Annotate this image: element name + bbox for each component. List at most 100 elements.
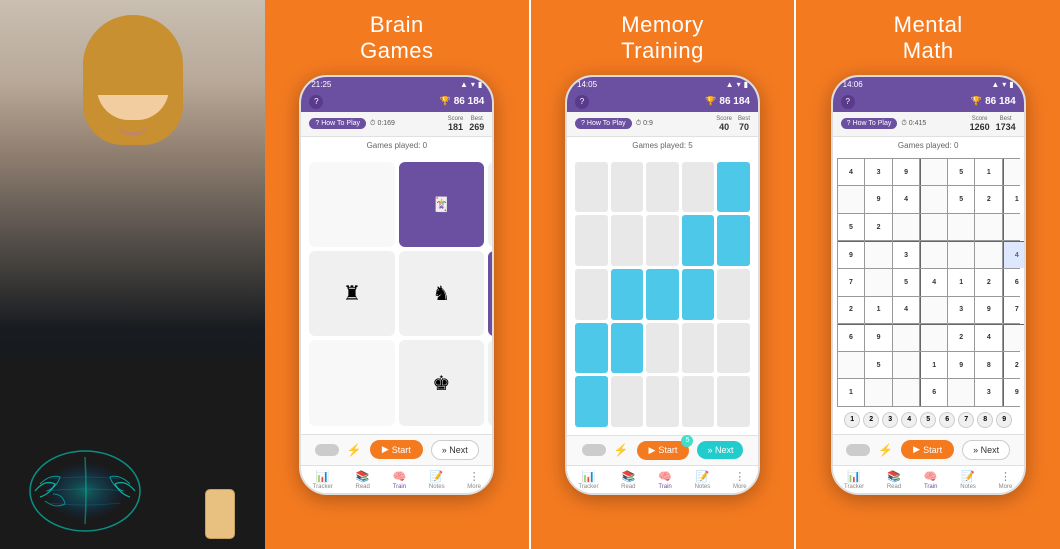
num-btn-9[interactable]: 9 xyxy=(996,412,1012,428)
sudoku-cell-0-1[interactable]: 3 xyxy=(865,159,892,186)
sudoku-cell-5-2[interactable]: 4 xyxy=(893,297,920,324)
howto-button1[interactable]: ? How To Play xyxy=(309,118,366,129)
nav-notes3[interactable]: 📝 Notes xyxy=(960,470,976,490)
sudoku-cell-7-0[interactable] xyxy=(838,352,865,379)
num-btn-3[interactable]: 3 xyxy=(882,412,898,428)
sudoku-cell-1-2[interactable]: 4 xyxy=(893,186,920,213)
nav-tracker3[interactable]: 📊 Tracker xyxy=(844,470,864,490)
memory-cell-0-2[interactable] xyxy=(646,162,679,213)
sudoku-cell-1-0[interactable] xyxy=(838,186,865,213)
start-button1[interactable]: ▶ Start xyxy=(370,440,423,459)
num-btn-5[interactable]: 5 xyxy=(920,412,936,428)
chess-cell-6[interactable]: ♞ xyxy=(399,251,484,336)
sudoku-cell-7-4[interactable]: 9 xyxy=(948,352,975,379)
memory-cell-2-3[interactable] xyxy=(682,269,715,320)
chess-cell-10[interactable]: ♚ xyxy=(399,340,484,425)
sudoku-cell-8-6[interactable]: 9 xyxy=(1003,379,1024,406)
memory-cell-1-4[interactable] xyxy=(717,215,750,266)
sudoku-cell-8-1[interactable] xyxy=(865,379,892,406)
nav-more3[interactable]: ⋮ More xyxy=(999,470,1013,490)
sudoku-cell-1-3[interactable] xyxy=(920,186,947,213)
chess-cell-11[interactable]: ♝ xyxy=(488,340,492,425)
nav-tracker2[interactable]: 📊 Tracker xyxy=(578,470,598,490)
toggle-switch2[interactable] xyxy=(582,444,606,456)
next-button2[interactable]: » Next xyxy=(697,441,743,459)
sudoku-cell-3-2[interactable]: 3 xyxy=(893,241,920,268)
memory-cell-2-1[interactable] xyxy=(611,269,644,320)
start-button3[interactable]: ▶ Start xyxy=(901,440,954,459)
sudoku-cell-3-4[interactable] xyxy=(948,241,975,268)
sudoku-cell-4-1[interactable] xyxy=(865,269,892,296)
sudoku-cell-3-0[interactable]: 9 xyxy=(838,241,865,268)
memory-cell-2-0[interactable] xyxy=(575,269,608,320)
sudoku-cell-0-5[interactable]: 1 xyxy=(975,159,1002,186)
memory-cell-1-1[interactable] xyxy=(611,215,644,266)
nav-tracker1[interactable]: 📊 Tracker xyxy=(313,470,333,490)
memory-cell-4-1[interactable] xyxy=(611,376,644,427)
sudoku-cell-5-3[interactable] xyxy=(920,297,947,324)
nav-train3[interactable]: 🧠 Train xyxy=(924,470,938,490)
sudoku-cell-5-6[interactable]: 7 xyxy=(1003,297,1024,324)
sudoku-cell-2-1[interactable]: 2 xyxy=(865,214,892,241)
nav-read2[interactable]: 📚 Read xyxy=(621,470,635,490)
memory-cell-3-2[interactable] xyxy=(646,323,679,374)
sudoku-cell-4-3[interactable]: 4 xyxy=(920,269,947,296)
chess-cell-3[interactable]: ♚ xyxy=(488,162,492,247)
num-btn-7[interactable]: 7 xyxy=(958,412,974,428)
memory-cell-4-3[interactable] xyxy=(682,376,715,427)
sudoku-cell-6-1[interactable]: 9 xyxy=(865,324,892,351)
sudoku-cell-2-3[interactable] xyxy=(920,214,947,241)
memory-cell-2-4[interactable] xyxy=(717,269,750,320)
chess-cell-2[interactable]: 🃏 xyxy=(399,162,484,247)
sudoku-cell-5-0[interactable]: 2 xyxy=(838,297,865,324)
start-button2[interactable]: ▶ Start 5 xyxy=(637,441,690,460)
nav-train1[interactable]: 🧠 Train xyxy=(393,470,407,490)
memory-cell-1-3[interactable] xyxy=(682,215,715,266)
num-btn-4[interactable]: 4 xyxy=(901,412,917,428)
sudoku-cell-7-3[interactable]: 1 xyxy=(920,352,947,379)
howto-button2[interactable]: ? How To Play xyxy=(575,118,632,129)
sudoku-cell-2-2[interactable] xyxy=(893,214,920,241)
sudoku-cell-1-1[interactable]: 9 xyxy=(865,186,892,213)
num-btn-1[interactable]: 1 xyxy=(844,412,860,428)
nav-train2[interactable]: 🧠 Train xyxy=(658,470,672,490)
num-btn-2[interactable]: 2 xyxy=(863,412,879,428)
memory-cell-1-2[interactable] xyxy=(646,215,679,266)
toggle-switch3[interactable] xyxy=(846,444,870,456)
memory-cell-0-3[interactable] xyxy=(682,162,715,213)
sudoku-cell-5-5[interactable]: 9 xyxy=(975,297,1002,324)
memory-cell-1-0[interactable] xyxy=(575,215,608,266)
chess-cell-5[interactable]: ♜ xyxy=(309,251,394,336)
sudoku-cell-6-4[interactable]: 2 xyxy=(948,324,975,351)
nav-read1[interactable]: 📚 Read xyxy=(355,470,369,490)
num-btn-8[interactable]: 8 xyxy=(977,412,993,428)
sudoku-cell-0-3[interactable] xyxy=(920,159,947,186)
nav-more1[interactable]: ⋮ More xyxy=(467,470,481,490)
memory-cell-4-0[interactable] xyxy=(575,376,608,427)
memory-cell-0-0[interactable] xyxy=(575,162,608,213)
sudoku-cell-8-0[interactable]: 1 xyxy=(838,379,865,406)
sudoku-cell-0-6[interactable] xyxy=(1003,159,1024,186)
sudoku-cell-5-1[interactable]: 1 xyxy=(865,297,892,324)
chess-cell-7[interactable]: 🃏 xyxy=(488,251,492,336)
sudoku-cell-5-4[interactable]: 3 xyxy=(948,297,975,324)
sudoku-cell-4-2[interactable]: 5 xyxy=(893,269,920,296)
sudoku-cell-6-3[interactable] xyxy=(920,324,947,351)
howto-button3[interactable]: ? How To Play xyxy=(841,118,898,129)
memory-cell-3-0[interactable] xyxy=(575,323,608,374)
sudoku-cell-3-1[interactable] xyxy=(865,241,892,268)
sudoku-cell-4-6[interactable]: 6 xyxy=(1003,269,1024,296)
sudoku-cell-4-0[interactable]: 7 xyxy=(838,269,865,296)
memory-cell-0-4[interactable] xyxy=(717,162,750,213)
sudoku-cell-2-5[interactable] xyxy=(975,214,1002,241)
sudoku-cell-8-3[interactable]: 6 xyxy=(920,379,947,406)
sudoku-cell-4-5[interactable]: 2 xyxy=(975,269,1002,296)
memory-cell-3-3[interactable] xyxy=(682,323,715,374)
sudoku-cell-7-2[interactable] xyxy=(893,352,920,379)
toggle-switch1[interactable] xyxy=(315,444,339,456)
nav-notes2[interactable]: 📝 Notes xyxy=(695,470,711,490)
sudoku-cell-2-6[interactable] xyxy=(1003,214,1024,241)
sudoku-cell-7-6[interactable]: 2 xyxy=(1003,352,1024,379)
memory-cell-4-2[interactable] xyxy=(646,376,679,427)
memory-cell-0-1[interactable] xyxy=(611,162,644,213)
